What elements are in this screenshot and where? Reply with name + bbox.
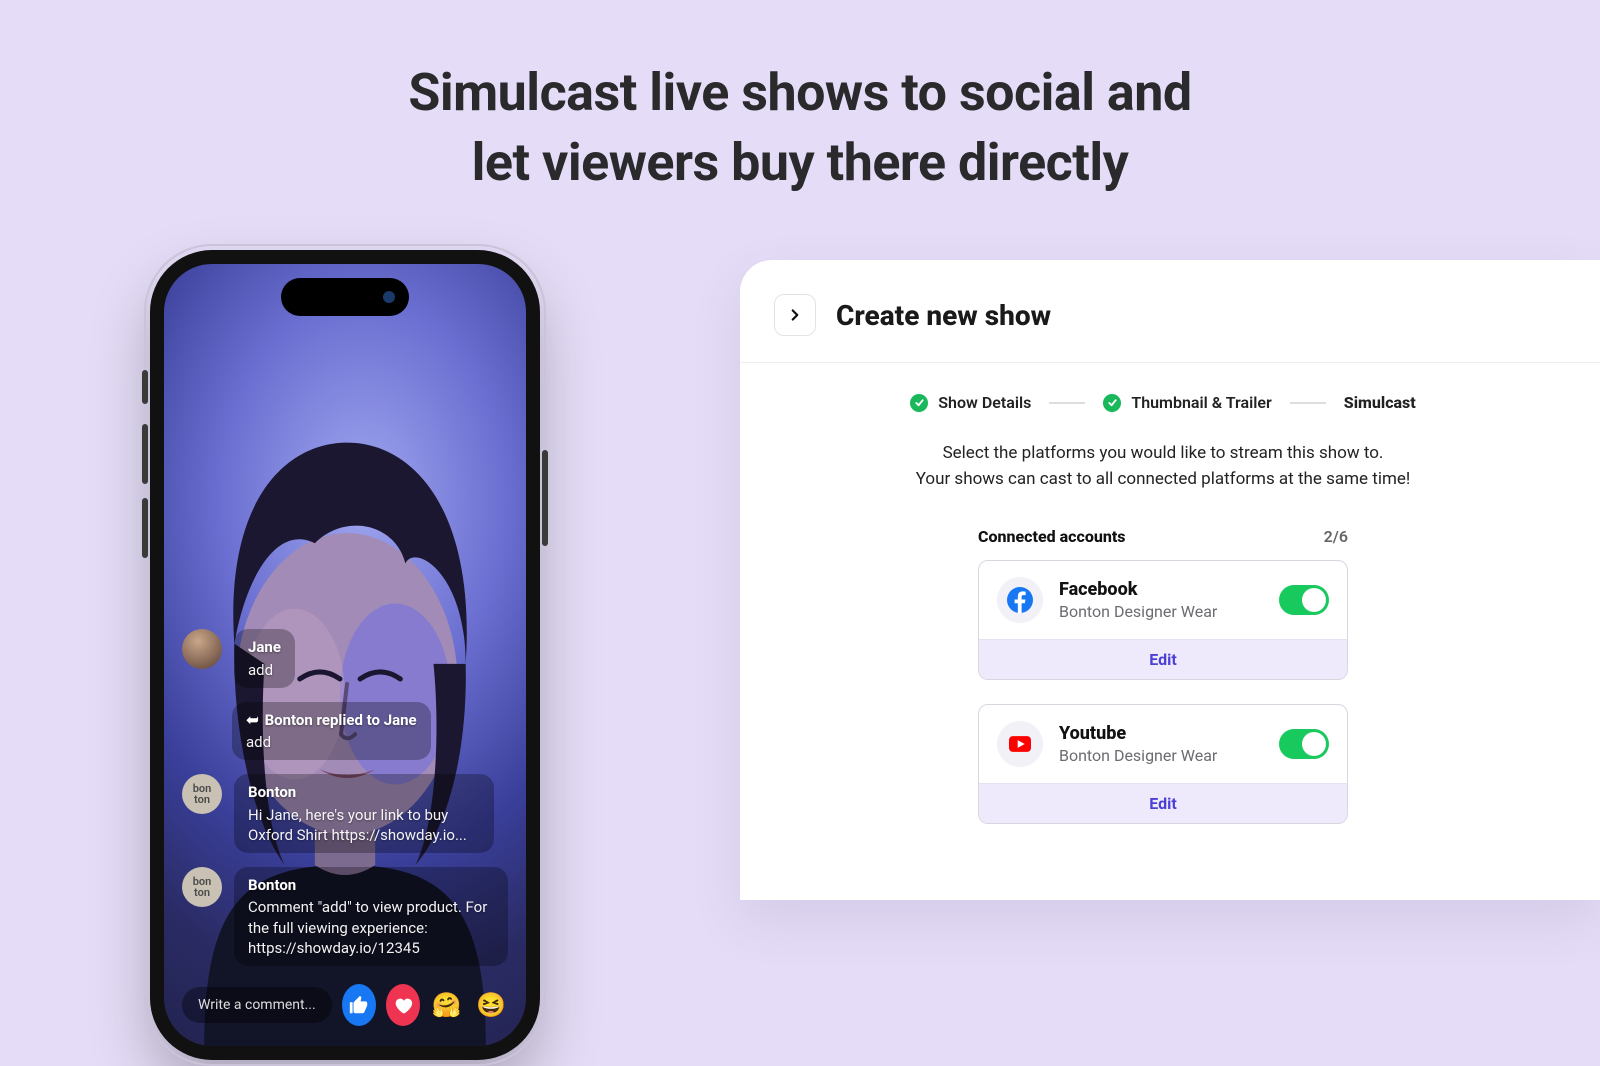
- panel-title: Create new show: [836, 299, 1051, 332]
- account-handle: Bonton Designer Wear: [1059, 602, 1217, 621]
- chat-body: add: [248, 660, 281, 680]
- reaction-heart-icon[interactable]: [386, 984, 420, 1026]
- account-toggle[interactable]: [1279, 729, 1329, 759]
- account-platform: Youtube: [1059, 723, 1217, 744]
- phone-mock: Jane add ➥Bonton replied to Jane add bon…: [150, 250, 540, 1060]
- reaction-like-icon[interactable]: [342, 984, 376, 1026]
- account-card-youtube: Youtube Bonton Designer Wear Edit: [978, 704, 1348, 824]
- step-separator: [1290, 402, 1326, 404]
- comment-row: Write a comment... 🤗 😆: [182, 984, 508, 1026]
- headline-line-2: let viewers buy there directly: [0, 128, 1600, 198]
- stepper: Show Details Thumbnail & Trailer Simulca…: [774, 393, 1552, 412]
- chat-reply: ➥Bonton replied to Jane add: [232, 702, 508, 761]
- comment-input[interactable]: Write a comment...: [182, 987, 332, 1023]
- reaction-laugh-icon[interactable]: 😆: [474, 984, 508, 1026]
- headline-line-1: Simulcast live shows to social and: [0, 58, 1600, 128]
- accounts-label: Connected accounts: [978, 527, 1126, 546]
- divider: [740, 362, 1600, 363]
- chat-message: bonton Bonton Hi Jane, here's your link …: [182, 774, 508, 853]
- phone-side-button: [142, 498, 148, 558]
- account-edit-button[interactable]: Edit: [979, 783, 1347, 823]
- expand-button[interactable]: [774, 294, 816, 336]
- account-card-facebook: Facebook Bonton Designer Wear Edit: [978, 560, 1348, 680]
- check-icon: [910, 394, 928, 412]
- account-edit-button[interactable]: Edit: [979, 639, 1347, 679]
- youtube-icon: [997, 721, 1043, 767]
- phone-side-button: [142, 370, 148, 404]
- marketing-headline: Simulcast live shows to social and let v…: [0, 0, 1600, 198]
- chat-reply-header: ➥Bonton replied to Jane: [246, 710, 417, 730]
- avatar: [182, 629, 222, 669]
- facebook-icon: [997, 577, 1043, 623]
- avatar: bonton: [182, 774, 222, 814]
- step-thumbnail-trailer[interactable]: Thumbnail & Trailer: [1103, 393, 1271, 412]
- step-simulcast[interactable]: Simulcast: [1344, 393, 1416, 412]
- chat-body: Comment "add" to view product. For the f…: [248, 897, 494, 958]
- account-platform: Facebook: [1059, 579, 1217, 600]
- chat-user-name: Bonton: [248, 875, 494, 895]
- chat-body: Hi Jane, here's your link to buy Oxford …: [248, 805, 480, 846]
- chat-body: add: [246, 732, 417, 752]
- phone-notch: [281, 278, 409, 316]
- accounts-header: Connected accounts 2/6: [978, 527, 1348, 546]
- account-toggle[interactable]: [1279, 585, 1329, 615]
- chat-user-name: Jane: [248, 637, 281, 657]
- create-show-panel: Create new show Show Details Thumbnail &…: [740, 260, 1600, 900]
- phone-screen: Jane add ➥Bonton replied to Jane add bon…: [164, 264, 526, 1046]
- live-chat: Jane add ➥Bonton replied to Jane add bon…: [182, 629, 508, 966]
- chat-message: Jane add: [182, 629, 508, 688]
- accounts-count: 2/6: [1324, 527, 1348, 546]
- phone-side-button: [542, 450, 548, 546]
- check-icon: [1103, 394, 1121, 412]
- chat-user-name: Bonton: [248, 782, 480, 802]
- phone-side-button: [142, 424, 148, 484]
- step-show-details[interactable]: Show Details: [910, 393, 1031, 412]
- chat-message: bonton Bonton Comment "add" to view prod…: [182, 867, 508, 966]
- helper-text: Select the platforms you would like to s…: [774, 440, 1552, 493]
- step-separator: [1049, 402, 1085, 404]
- avatar: bonton: [182, 867, 222, 907]
- account-handle: Bonton Designer Wear: [1059, 746, 1217, 765]
- reaction-care-icon[interactable]: 🤗: [430, 984, 464, 1026]
